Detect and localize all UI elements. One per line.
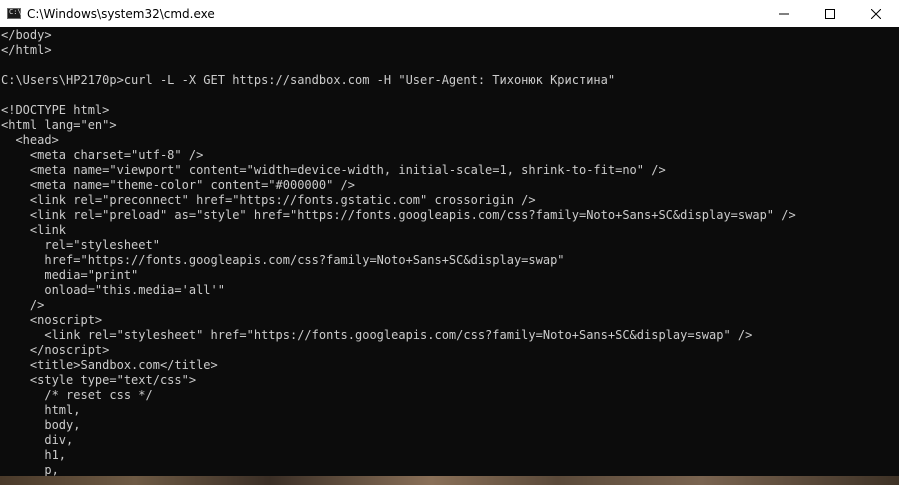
console-line: <link rel="preload" as="style" href="htt… [1,208,796,222]
console-command-line: C:\Users\HP2170p>curl -L -X GET https://… [1,73,616,87]
console-line: /> [1,298,45,312]
cmd-icon-glyph: C:\ [9,8,22,16]
caption-buttons [761,0,899,27]
console-line: <title>Sandbox.com</title> [1,358,218,372]
console-line: <meta name="viewport" content="width=dev… [1,163,666,177]
console-line: <link rel="preconnect" href="https://fon… [1,193,536,207]
console-line: <noscript> [1,313,103,327]
cmd-window: C:\ C:\Windows\system32\cmd.exe </body> … [0,0,899,485]
console-line: div, [1,433,74,447]
console-line: <html lang="en"> [1,118,117,132]
console-line: <style type="text/css"> [1,373,197,387]
console-line: </html> [1,43,52,57]
maximize-icon [825,8,835,19]
console-line: <!DOCTYPE html> [1,103,110,117]
console-lines: </body> </html> C:\Users\HP2170p>curl -L… [1,28,796,478]
console-line: <link rel="stylesheet" href="https://fon… [1,328,753,342]
desktop-background-strip [0,476,899,485]
console-line: <head> [1,133,59,147]
console-line: /* reset css */ [1,388,153,402]
console-line: </body> [1,28,52,42]
close-icon [871,8,881,19]
console-line: rel="stylesheet" [1,238,160,252]
console-line: onload="this.media='all'" [1,283,225,297]
console-line: html, [1,403,81,417]
cmd-icon: C:\ [7,8,22,19]
console-line: <meta charset="utf-8" /> [1,148,204,162]
minimize-icon [779,13,789,14]
console-line: media="print" [1,268,139,282]
title-bar[interactable]: C:\ C:\Windows\system32\cmd.exe [0,0,899,27]
console-line: href="https://fonts.googleapis.com/css?f… [1,253,565,267]
console-output[interactable]: </body> </html> C:\Users\HP2170p>curl -L… [0,27,899,485]
console-line: body, [1,418,81,432]
console-line: <meta name="theme-color" content="#00000… [1,178,356,192]
minimize-button[interactable] [761,0,807,27]
window-title: C:\Windows\system32\cmd.exe [27,6,215,21]
maximize-button[interactable] [807,0,853,27]
console-line: h1, [1,448,67,462]
console-line: </noscript> [1,343,110,357]
close-button[interactable] [853,0,899,27]
console-line: <link [1,223,67,237]
